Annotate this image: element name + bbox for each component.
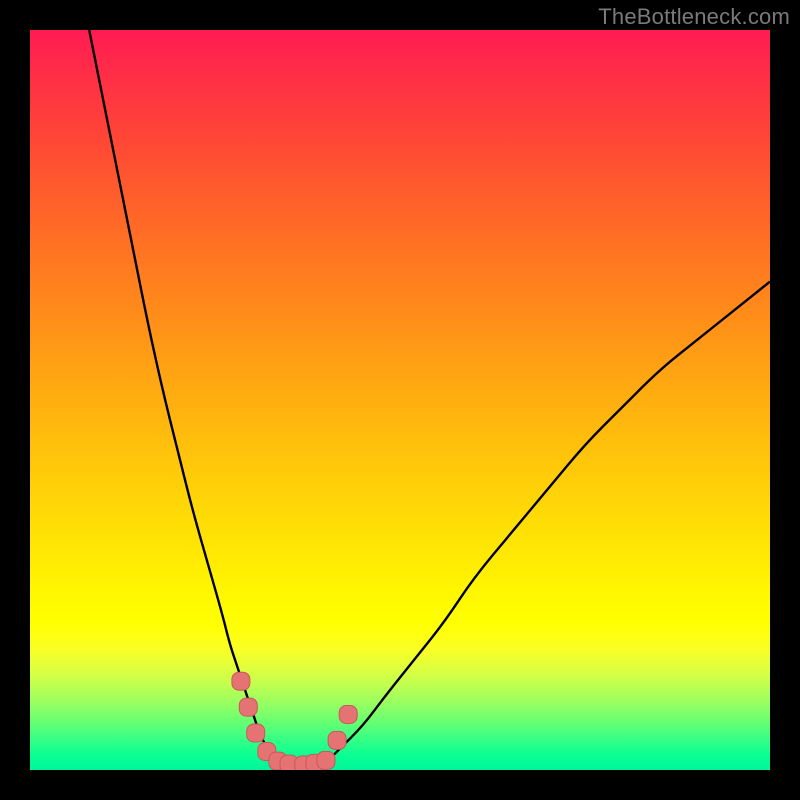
marker — [239, 698, 257, 716]
marker — [306, 754, 324, 770]
marker — [232, 672, 250, 690]
marker — [258, 743, 276, 761]
marker — [328, 731, 346, 749]
marker — [269, 752, 287, 770]
chart-svg — [30, 30, 770, 770]
attribution-text: TheBottleneck.com — [598, 4, 790, 30]
right-branch-curve — [326, 282, 770, 763]
marker — [247, 724, 265, 742]
bottleneck-markers — [232, 672, 357, 770]
plot-area — [30, 30, 770, 770]
outer-frame: TheBottleneck.com — [0, 0, 800, 800]
left-branch-curve — [89, 30, 274, 763]
marker — [280, 755, 298, 770]
valley-floor-curve — [274, 763, 326, 767]
marker — [339, 706, 357, 724]
marker — [317, 751, 335, 769]
marker — [295, 756, 313, 770]
